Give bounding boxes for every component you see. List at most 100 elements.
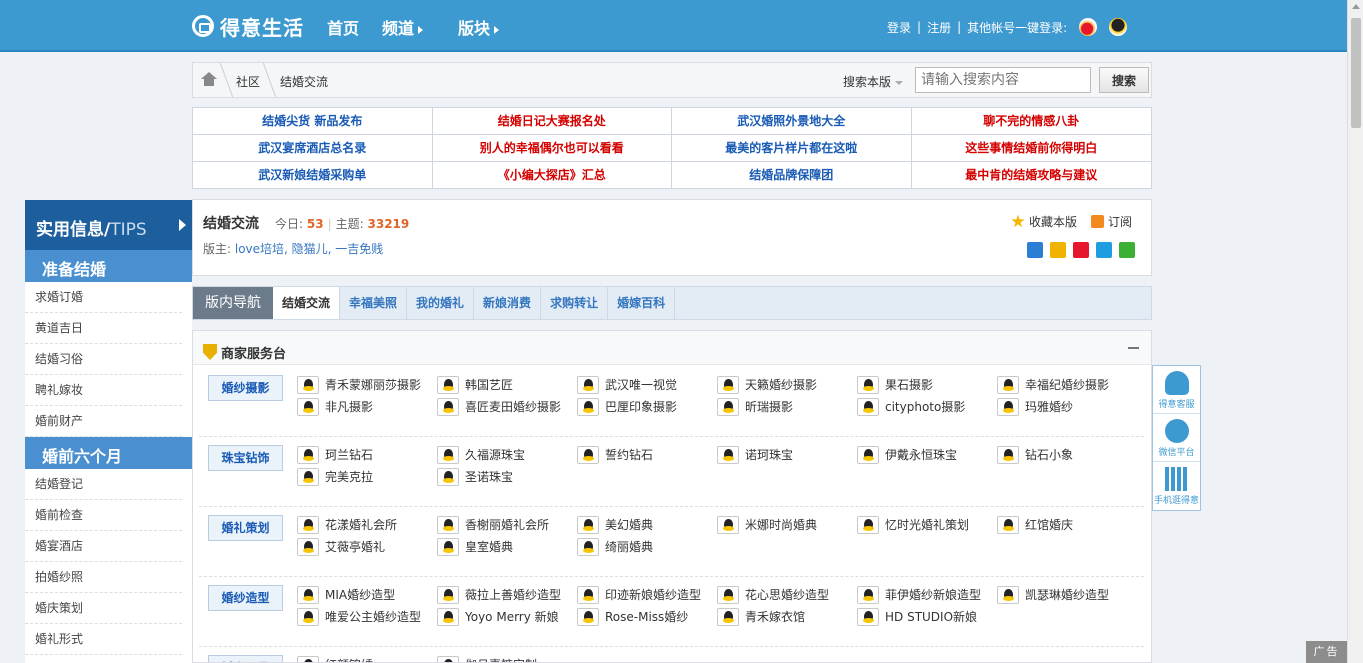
merchant-link[interactable]: 香榭丽婚礼会所 [437, 515, 549, 535]
weibo-icon[interactable] [1079, 18, 1098, 36]
merchant-link[interactable]: 天籁婚纱摄影 [717, 375, 817, 395]
merchant-link[interactable]: 非凡摄影 [297, 397, 373, 417]
qq-chat-icon[interactable] [857, 516, 879, 534]
promo-link[interactable]: 最中肯的结婚攻略与建议 [912, 162, 1152, 188]
scrollbar-thumb[interactable] [1351, 18, 1361, 128]
promo-link[interactable]: 聊不完的情感八卦 [911, 108, 1151, 135]
ad-tag[interactable]: 广告 [1306, 641, 1347, 663]
qq-chat-icon[interactable] [297, 608, 319, 626]
sidebar-item[interactable]: 聘礼嫁妆 [25, 375, 182, 406]
merchant-link[interactable]: 喜匠麦田婚纱摄影 [437, 397, 561, 417]
merchant-link[interactable]: 玛雅婚纱 [997, 397, 1073, 417]
service-category[interactable]: 婚纱造型 [208, 585, 283, 611]
service-category[interactable]: 婚纱摄影 [208, 375, 283, 401]
qq-chat-icon[interactable] [717, 586, 739, 604]
share-tqq-icon[interactable] [1096, 242, 1112, 258]
page-scrollbar[interactable] [1347, 0, 1363, 663]
qq-chat-icon[interactable] [717, 398, 739, 416]
breadcrumb-community[interactable]: 社区 [236, 73, 260, 90]
qq-chat-icon[interactable] [577, 516, 599, 534]
merchant-link[interactable]: 幸福纪婚纱摄影 [997, 375, 1109, 395]
login-link[interactable]: 登录 [887, 19, 911, 36]
merchant-link[interactable]: 伊戴永恒珠宝 [857, 445, 957, 465]
sidebar-item[interactable]: 结婚登记 [25, 469, 182, 500]
qq-chat-icon[interactable] [997, 516, 1019, 534]
qq-chat-icon[interactable] [997, 586, 1019, 604]
merchant-link[interactable]: 青禾嫁衣馆 [717, 607, 805, 627]
promo-link[interactable]: 武汉婚照外景地大全 [672, 108, 912, 135]
promo-link[interactable]: 结婚尖货 新品发布 [193, 108, 433, 135]
merchant-link[interactable]: Rose-Miss婚纱 [577, 607, 688, 627]
merchant-link[interactable]: 菲伊婚纱新娘造型 [857, 585, 981, 605]
qq-chat-icon[interactable] [577, 538, 599, 556]
merchant-link[interactable]: cityphoto摄影 [857, 397, 965, 417]
qq-chat-icon[interactable] [857, 376, 879, 394]
qq-chat-icon[interactable] [297, 468, 319, 486]
search-scope-select[interactable]: 搜索本版 [843, 73, 904, 90]
qq-chat-icon[interactable] [297, 516, 319, 534]
tab-item[interactable]: 求购转让 [541, 287, 609, 319]
tab-item[interactable]: 婚嫁百科 [608, 287, 676, 319]
sidebar-item[interactable]: 婚前财产 [25, 406, 182, 437]
qq-chat-icon[interactable] [437, 468, 459, 486]
sidebar-item[interactable]: 求婚订婚 [25, 282, 182, 313]
share-more-icon[interactable] [1027, 242, 1043, 258]
tab-item[interactable]: 新娘消费 [474, 287, 542, 319]
merchant-link[interactable]: 皇室婚典 [437, 537, 513, 557]
merchant-link[interactable]: Yoyo Merry 新娘 [437, 607, 559, 627]
qq-chat-icon[interactable] [577, 446, 599, 464]
search-button[interactable]: 搜索 [1099, 67, 1149, 93]
promo-link[interactable]: 别人的幸福偶尔也可以看看 [432, 135, 672, 162]
sidebar-item[interactable]: 婚前检查 [25, 500, 182, 531]
qq-chat-icon[interactable] [437, 538, 459, 556]
sidebar-item[interactable]: 婚宴酒店 [25, 531, 182, 562]
sidebar-item[interactable]: 拍婚纱照 [25, 562, 182, 593]
merchant-link[interactable]: 韩国艺匠 [437, 375, 513, 395]
nav-channel[interactable]: 频道 [382, 15, 424, 39]
merchant-link[interactable]: 唯爱公主婚纱造型 [297, 607, 421, 627]
merchant-link[interactable]: 绮丽婚典 [577, 537, 653, 557]
merchant-link[interactable]: 美幻婚典 [577, 515, 653, 535]
qq-chat-icon[interactable] [437, 586, 459, 604]
service-category[interactable]: 婚礼策划 [208, 515, 283, 541]
tab-item[interactable]: 我的婚礼 [407, 287, 475, 319]
merchant-link[interactable]: 艾薇亭婚礼 [297, 537, 385, 557]
qq-chat-icon[interactable] [437, 398, 459, 416]
tab-item[interactable]: 结婚交流 [273, 287, 341, 319]
moderator-names[interactable]: love培培, 隐猫儿, 一吉免贱 [235, 242, 383, 256]
merchant-link[interactable]: 红颜锦绣 [297, 655, 373, 662]
qq-chat-icon[interactable] [297, 656, 319, 662]
merchant-link[interactable]: 伽月喜糖定制 [437, 655, 537, 662]
qq-chat-icon[interactable] [857, 608, 879, 626]
service-category[interactable]: 婚庆用品 [208, 655, 283, 662]
qq-chat-icon[interactable] [717, 608, 739, 626]
nav-home[interactable]: 首页 [327, 15, 359, 39]
merchant-link[interactable]: 花漾婚礼会所 [297, 515, 397, 535]
qq-chat-icon[interactable] [437, 516, 459, 534]
customer-service-button[interactable]: 得意客服 [1153, 366, 1200, 414]
qq-chat-icon[interactable] [297, 446, 319, 464]
nav-boards[interactable]: 版块 [458, 15, 500, 39]
qq-chat-icon[interactable] [997, 446, 1019, 464]
merchant-link[interactable]: 珂兰钻石 [297, 445, 373, 465]
merchant-link[interactable]: 红馆婚庆 [997, 515, 1073, 535]
qq-chat-icon[interactable] [717, 376, 739, 394]
promo-link[interactable]: 结婚品牌保障团 [672, 162, 912, 188]
qq-icon[interactable] [1109, 18, 1128, 36]
breadcrumb-forum[interactable]: 结婚交流 [280, 73, 328, 90]
merchant-link[interactable]: 武汉唯一视觉 [577, 375, 677, 395]
sidebar-item[interactable]: 黄道吉日 [25, 313, 182, 344]
qq-chat-icon[interactable] [857, 446, 879, 464]
merchant-link[interactable]: MIA婚纱造型 [297, 585, 395, 605]
qq-chat-icon[interactable] [297, 538, 319, 556]
merchant-link[interactable]: 完美克拉 [297, 467, 373, 487]
merchant-link[interactable]: 青禾蒙娜丽莎摄影 [297, 375, 421, 395]
qq-chat-icon[interactable] [297, 586, 319, 604]
qq-chat-icon[interactable] [577, 608, 599, 626]
site-logo[interactable]: 得意生活 [192, 13, 304, 40]
merchant-link[interactable]: 米娜时尚婚典 [717, 515, 817, 535]
collapse-icon[interactable] [1128, 347, 1139, 349]
sidebar-item[interactable]: 婚礼形式 [25, 624, 182, 655]
merchant-link[interactable]: 巴厘印象摄影 [577, 397, 677, 417]
subscribe-button[interactable]: 订阅 [1091, 213, 1132, 230]
